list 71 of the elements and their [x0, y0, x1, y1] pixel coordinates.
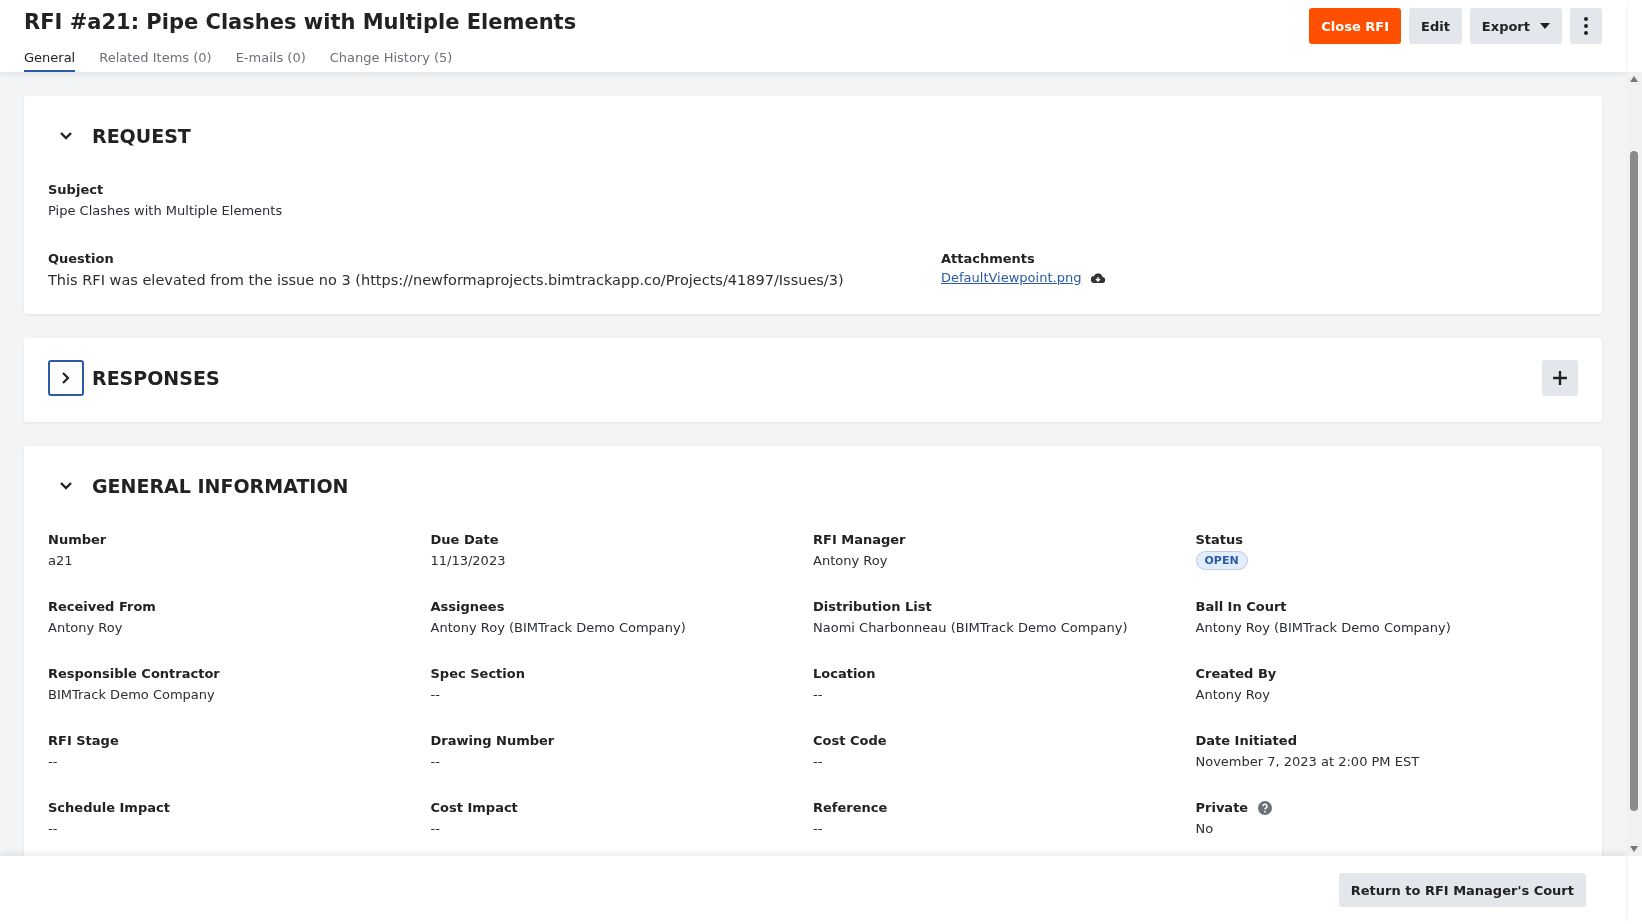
field-label: Assignees — [430, 599, 505, 614]
tab[interactable]: E-mails (0) — [235, 50, 306, 72]
field-value: 11/13/2023 — [430, 552, 507, 570]
field-value: Pipe Clashes with Multiple Elements — [48, 202, 284, 220]
field-value: -- — [813, 686, 824, 704]
field-label: Location — [813, 666, 876, 681]
field-label: Status — [1195, 532, 1244, 547]
status-badge: OPEN — [1195, 551, 1248, 570]
field-value: No — [1195, 820, 1215, 838]
cloud-download-icon — [1091, 272, 1106, 283]
field-value: Antony Roy — [813, 552, 889, 570]
field-label: Spec Section — [430, 666, 525, 681]
more-button[interactable] — [1570, 8, 1602, 44]
field-value: -- — [430, 820, 441, 838]
field-value: -- — [813, 753, 824, 771]
page-title: RFI #a21: Pipe Clashes with Multiple Elements — [24, 9, 577, 36]
scrollbar-thumb[interactable] — [1630, 151, 1638, 811]
field-value: BIMTrack Demo Company — [48, 686, 216, 704]
field-label: Schedule Impact — [48, 800, 170, 815]
field-label: Cost Code — [813, 733, 887, 748]
field-label: Ball In Court — [1195, 599, 1287, 614]
field-value: -- — [813, 820, 824, 838]
field-value: This RFI was elevated from the issue no 3 (https://newformaprojects.bimtrackapp.co/Projects/41897/Issues/3) — [48, 271, 845, 290]
field-label: Distribution List — [813, 599, 932, 614]
field-label: Private — [1195, 800, 1249, 815]
export-button[interactable]: Export — [1469, 8, 1562, 44]
chevron-down-icon — [59, 131, 73, 141]
attachment-link[interactable]: DefaultViewpoint.png — [941, 270, 1082, 285]
caret-icon — [1540, 23, 1550, 29]
field-value: -- — [430, 753, 441, 771]
more-icon — [1584, 17, 1588, 35]
edit-button[interactable]: Edit — [1409, 8, 1462, 44]
field-value: a21 — [48, 552, 74, 570]
chevron-down-icon — [59, 481, 73, 491]
field-label: Cost Impact — [430, 800, 518, 815]
section-title: REQUEST — [92, 125, 192, 147]
field-label: Received From — [48, 599, 156, 614]
field-value: Antony Roy — [48, 619, 124, 637]
field-label: Number — [48, 532, 107, 547]
field-label: Subject — [48, 182, 104, 197]
field-label: Reference — [813, 800, 888, 815]
tab[interactable]: Related Items (0) — [99, 50, 212, 72]
field-label: Due Date — [430, 532, 499, 547]
toggle-button[interactable] — [48, 360, 84, 396]
return-button[interactable]: Return to RFI Manager's Court — [1338, 873, 1586, 907]
scroll-up-icon[interactable] — [1630, 76, 1638, 82]
field-label: Responsible Contractor — [48, 666, 220, 681]
scroll-down-icon[interactable] — [1630, 846, 1638, 852]
field-value: Naomi Charbonneau (BIMTrack Demo Company) — [813, 619, 1129, 637]
field-value: Antony Roy — [1195, 686, 1271, 704]
field-label: RFI Stage — [48, 733, 119, 748]
field-label: Created By — [1195, 666, 1277, 681]
field-value: Antony Roy (BIMTrack Demo Company) — [1195, 619, 1452, 637]
field-label: Date Initiated — [1195, 733, 1297, 748]
field-value: Antony Roy (BIMTrack Demo Company) — [430, 619, 687, 637]
field-label: Attachments — [941, 251, 1035, 266]
chevron-right-icon — [61, 371, 71, 385]
field-value: November 7, 2023 at 2:00 PM EST — [1195, 753, 1421, 771]
add-button[interactable] — [1542, 360, 1578, 396]
field-value: -- — [48, 753, 59, 771]
help-icon[interactable] — [1258, 800, 1273, 815]
plus-icon — [1553, 371, 1567, 385]
scrollbar[interactable] — [1626, 72, 1642, 856]
field-value: -- — [48, 820, 59, 838]
field-label: RFI Manager — [813, 532, 906, 547]
field-label: Question — [48, 251, 114, 266]
section-title: RESPONSES — [92, 367, 221, 389]
field-value: -- — [430, 686, 441, 704]
field-label: Drawing Number — [430, 733, 555, 748]
section-title: GENERAL INFORMATION — [92, 475, 350, 497]
tab[interactable]: Change History (5) — [329, 50, 453, 72]
